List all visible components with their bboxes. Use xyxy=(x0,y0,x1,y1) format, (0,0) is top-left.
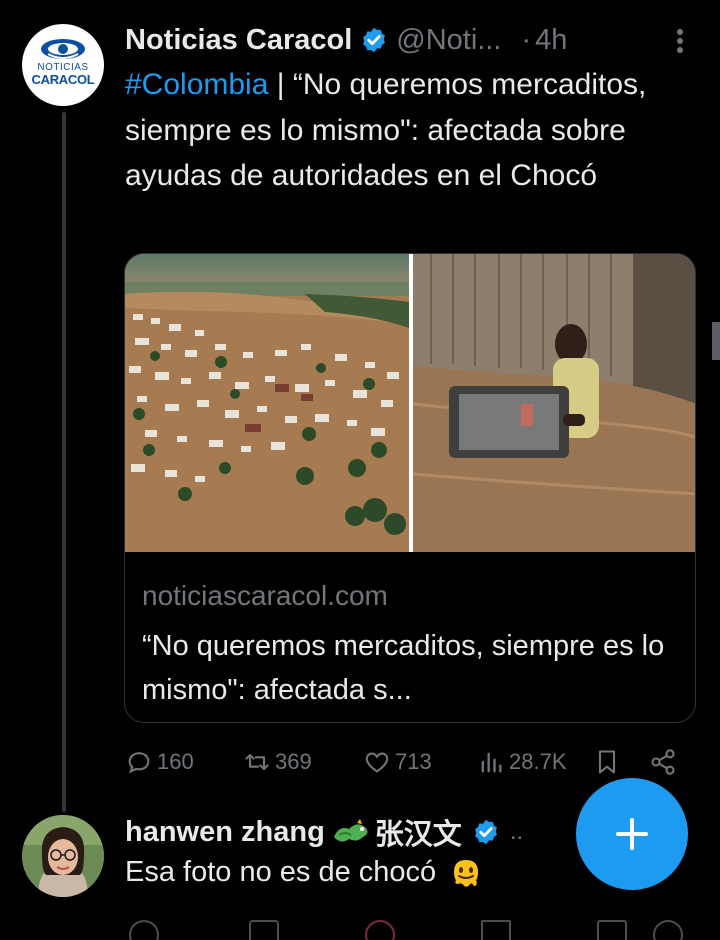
flood-aerial-image xyxy=(125,254,409,552)
card-domain[interactable]: noticiascaracol.com xyxy=(142,580,388,612)
thread-line xyxy=(62,112,66,812)
melting-face-emoji-icon xyxy=(454,860,479,887)
like-icon xyxy=(365,920,395,940)
author-display-name[interactable]: Noticias Caracol xyxy=(125,24,352,57)
reply-text: Esa foto no es de chocó xyxy=(125,854,484,890)
tweet-timestamp[interactable]: 4h xyxy=(535,24,567,57)
verified-badge-icon[interactable] xyxy=(360,26,388,54)
retweet-button[interactable]: 369 xyxy=(243,742,312,782)
author-avatar[interactable]: NOTICIAS CARACOL xyxy=(22,24,104,106)
scrollbar-thumb[interactable] xyxy=(712,322,720,360)
retweet-count: 369 xyxy=(275,749,312,774)
bookmark-icon xyxy=(597,920,627,940)
retweet-icon xyxy=(249,920,279,940)
retweet-icon xyxy=(245,753,269,771)
views-icon xyxy=(481,920,511,940)
bookmark-icon xyxy=(598,750,616,774)
plus-icon xyxy=(616,818,648,850)
views-icon xyxy=(481,752,502,773)
author-handle[interactable]: @Noti... xyxy=(396,24,501,57)
reply-header-ellipsis: .. xyxy=(509,818,524,845)
tweet-text: #Colombia | “No queremos mercaditos, sie… xyxy=(125,62,695,199)
share-icon xyxy=(653,920,683,940)
reply-icon xyxy=(129,920,159,940)
card-image[interactable] xyxy=(125,254,695,552)
reply-button[interactable]: 160 xyxy=(125,742,194,782)
compose-fab[interactable] xyxy=(576,778,688,890)
card-title[interactable]: “No queremos mercaditos, siempre es lo m… xyxy=(142,624,687,712)
reply-count: 160 xyxy=(157,749,194,774)
reply-author-avatar[interactable] xyxy=(22,815,104,897)
views-button[interactable]: 28.7K xyxy=(477,742,567,782)
like-count: 713 xyxy=(395,749,432,774)
flood-man-tv-image xyxy=(413,254,695,552)
like-icon xyxy=(365,752,389,773)
link-card[interactable]: noticiascaracol.com “No queremos mercadi… xyxy=(124,253,696,723)
more-options-icon[interactable] xyxy=(676,28,684,54)
reply-author-name[interactable]: hanwen zhang xyxy=(125,816,325,849)
views-count: 28.7K xyxy=(509,749,567,774)
reply-icon xyxy=(128,752,150,774)
reply-author-name-suffix[interactable]: 张汉文 xyxy=(375,811,462,853)
header-separator: · xyxy=(521,23,532,56)
verified-badge-icon[interactable] xyxy=(472,818,500,846)
share-button[interactable] xyxy=(649,742,681,782)
hashtag-link[interactable]: #Colombia xyxy=(125,68,268,101)
tweet-header: Noticias Caracol @Noti... · 4h xyxy=(125,18,705,62)
caracol-logo-icon xyxy=(41,39,85,59)
like-button[interactable]: 713 xyxy=(363,742,432,782)
next-actions-peek xyxy=(125,918,685,940)
avatar-logo-bottom: CARACOL xyxy=(31,72,95,87)
reply-header: hanwen zhang 张汉文 .. xyxy=(125,810,523,854)
reply-body: Esa foto no es de chocó xyxy=(125,855,437,888)
share-icon xyxy=(651,749,675,775)
bookmark-button[interactable] xyxy=(593,742,625,782)
dragon-emoji-icon xyxy=(333,819,368,842)
tweet-actions: 160 369 713 28.7K xyxy=(125,742,685,782)
